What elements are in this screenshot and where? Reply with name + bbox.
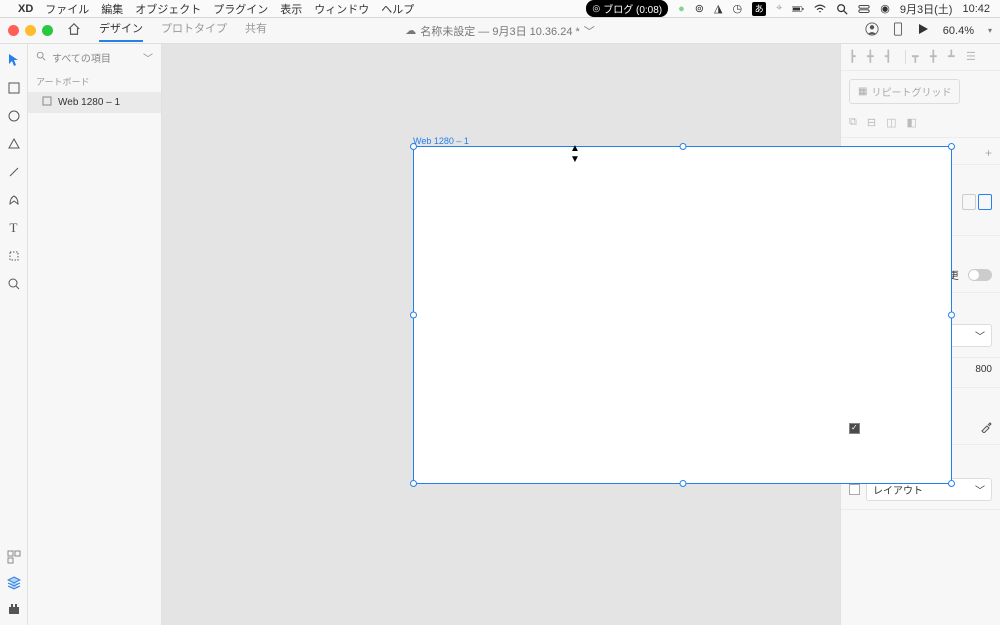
resize-handle[interactable] xyxy=(679,480,686,487)
polygon-tool[interactable] xyxy=(6,136,22,152)
resize-handle[interactable] xyxy=(948,312,955,319)
viewport-value[interactable]: 800 xyxy=(975,364,992,377)
repeat-grid-label: リピートグリッド xyxy=(871,84,951,99)
artboard-label[interactable]: Web 1280 – 1 xyxy=(413,136,469,146)
tool-rail: T xyxy=(0,44,28,625)
resize-handle[interactable] xyxy=(410,480,417,487)
rectangle-tool[interactable] xyxy=(6,80,22,96)
mobile-preview-icon[interactable] xyxy=(893,22,903,39)
eyedropper-icon[interactable] xyxy=(980,421,992,436)
grid-value: レイアウト xyxy=(873,482,923,497)
pen-tool[interactable] xyxy=(6,192,22,208)
align-bottom-icon[interactable]: ┻ xyxy=(948,50,962,64)
distribute-icon[interactable]: ☰ xyxy=(966,50,980,64)
window-controls[interactable] xyxy=(8,25,53,36)
layers-icon[interactable] xyxy=(6,575,22,591)
align-row: ┣ ╋ ┫ ┳ ╋ ┻ ☰ xyxy=(841,44,1000,71)
clock-icon[interactable]: ◷ xyxy=(732,2,742,15)
artboard-icon xyxy=(42,96,52,109)
responsive-toggle[interactable] xyxy=(968,269,992,281)
zoom-tool[interactable] xyxy=(6,276,22,292)
portrait-icon[interactable] xyxy=(962,194,976,210)
control-center-icon[interactable] xyxy=(858,3,870,15)
search-icon xyxy=(36,51,46,64)
battery-icon[interactable] xyxy=(792,3,804,15)
grid-checkbox[interactable] xyxy=(849,484,860,495)
home-icon[interactable] xyxy=(67,22,81,39)
wifi-icon[interactable] xyxy=(814,3,826,15)
align-left-icon[interactable]: ┣ xyxy=(849,50,863,64)
cloud-icon: ☁ xyxy=(405,24,416,37)
op-intersect-icon[interactable]: ◫ xyxy=(886,116,896,129)
avatar-icon[interactable] xyxy=(865,22,879,39)
zoom-level[interactable]: 60.4% xyxy=(943,25,974,37)
tab-share[interactable]: 共有 xyxy=(245,20,267,42)
menubar-time[interactable]: 10:42 xyxy=(962,3,990,15)
op-exclude-icon[interactable]: ◧ xyxy=(906,116,916,129)
artboard-section-header: アートボード xyxy=(28,71,161,92)
menu-edit[interactable]: 編集 xyxy=(101,1,123,17)
canvas[interactable]: Web 1280 – 1 ▲▼ xyxy=(162,44,840,625)
plugins-icon[interactable] xyxy=(6,601,22,617)
cc-icon[interactable]: ⊚ xyxy=(695,2,704,15)
add-component-icon[interactable]: + xyxy=(985,146,992,160)
select-tool[interactable] xyxy=(6,52,22,68)
chevron-down-icon[interactable]: ﹀ xyxy=(143,50,153,65)
text-tool[interactable]: T xyxy=(6,220,22,236)
menu-object[interactable]: オブジェクト xyxy=(135,1,201,17)
align-right-icon[interactable]: ┫ xyxy=(885,50,899,64)
blog-badge[interactable]: ブログ (0:08) xyxy=(586,0,668,17)
align-top-icon[interactable]: ┳ xyxy=(912,50,926,64)
tab-prototype[interactable]: プロトタイプ xyxy=(161,20,227,42)
artboard-tool[interactable] xyxy=(6,248,22,264)
menu-window[interactable]: ウィンドウ xyxy=(314,1,369,17)
chevron-down-icon: ﹀ xyxy=(975,328,985,343)
search-row[interactable]: すべての項目 ﹀ xyxy=(28,44,161,71)
align-vcenter-icon[interactable]: ╋ xyxy=(930,50,944,64)
layer-label: Web 1280 – 1 xyxy=(58,97,120,108)
layer-item[interactable]: Web 1280 – 1 xyxy=(28,92,161,113)
resize-handle[interactable] xyxy=(948,480,955,487)
align-hcenter-icon[interactable]: ╋ xyxy=(867,50,881,64)
play-icon[interactable] xyxy=(917,23,929,38)
ellipse-tool[interactable] xyxy=(6,108,22,124)
menu-file[interactable]: ファイル xyxy=(45,1,89,17)
layers-panel: すべての項目 ﹀ アートボード Web 1280 – 1 xyxy=(28,44,162,625)
op-add-icon[interactable]: ⧉ xyxy=(849,116,857,129)
assets-icon[interactable] xyxy=(6,549,22,565)
resize-handle[interactable] xyxy=(679,143,686,150)
ime-icon[interactable]: あ xyxy=(752,2,766,16)
resize-handle[interactable] xyxy=(410,143,417,150)
artboard[interactable]: ▲▼ xyxy=(413,146,952,484)
search-placeholder: すべての項目 xyxy=(52,50,111,65)
repeat-grid-button[interactable]: ▦ リピートグリッド xyxy=(849,79,960,104)
menu-view[interactable]: 表示 xyxy=(280,1,302,17)
menubar-date[interactable]: 9月3日(土) xyxy=(900,1,953,17)
line-tool[interactable] xyxy=(6,164,22,180)
app-name[interactable]: XD xyxy=(18,3,33,15)
chevron-down-icon: ﹀ xyxy=(975,482,985,497)
search-icon[interactable] xyxy=(836,3,848,15)
resize-handle[interactable] xyxy=(410,312,417,319)
bluetooth-icon[interactable]: ⌖ xyxy=(776,2,782,15)
chevron-down-icon[interactable]: ﹀ xyxy=(584,23,595,39)
fill-checkbox[interactable] xyxy=(849,423,860,434)
mode-tabs: デザイン プロトタイプ 共有 xyxy=(99,20,267,42)
macos-menubar: XD ファイル 編集 オブジェクト プラグイン 表示 ウィンドウ ヘルプ ブログ… xyxy=(0,0,1000,18)
menu-help[interactable]: ヘルプ xyxy=(381,1,414,17)
resize-cursor-icon: ▲▼ xyxy=(570,143,580,165)
landscape-icon[interactable] xyxy=(978,194,992,210)
document-title: ☁ 名称未設定 — 9月3日 10.36.24 * ﹀ xyxy=(405,23,595,39)
boolean-ops-row: ⧉ ⊟ ◫ ◧ xyxy=(841,112,1000,138)
status-icon[interactable]: ● xyxy=(678,3,685,15)
chevron-down-icon[interactable]: ▾ xyxy=(988,26,992,35)
menu-plugin[interactable]: プラグイン xyxy=(213,1,268,17)
resize-handle[interactable] xyxy=(948,143,955,150)
siri-icon[interactable]: ◉ xyxy=(880,2,890,15)
document-title-text: 名称未設定 — 9月3日 10.36.24 * xyxy=(420,23,580,39)
app-titlebar: デザイン プロトタイプ 共有 ☁ 名称未設定 — 9月3日 10.36.24 *… xyxy=(0,18,1000,44)
tray-icon[interactable]: ◮ xyxy=(714,2,722,15)
tab-design[interactable]: デザイン xyxy=(99,20,143,42)
op-subtract-icon[interactable]: ⊟ xyxy=(867,116,876,129)
